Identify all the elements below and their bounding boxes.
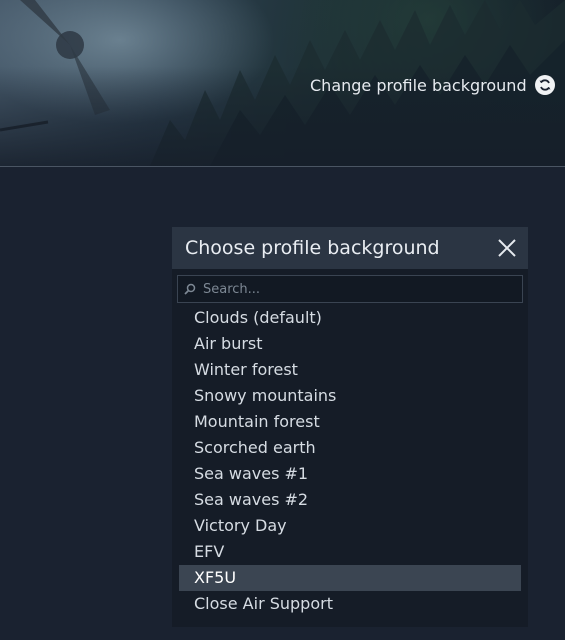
background-option[interactable]: Close Air Support (179, 591, 521, 617)
background-option[interactable]: Clouds (default) (179, 305, 521, 331)
profile-banner: Change profile background (0, 0, 565, 167)
search-input[interactable] (201, 280, 522, 298)
background-option[interactable]: EFV (179, 539, 521, 565)
choose-background-dialog: Choose profile background Clouds (defaul… (172, 227, 528, 627)
background-option[interactable]: Mountain forest (179, 409, 521, 435)
change-background-button[interactable]: Change profile background (310, 74, 555, 96)
close-icon[interactable] (496, 237, 518, 259)
background-option[interactable]: XF5U (179, 565, 521, 591)
background-option[interactable]: Sea waves #2 (179, 487, 521, 513)
dialog-header: Choose profile background (172, 227, 528, 269)
background-option[interactable]: Victory Day (179, 513, 521, 539)
dialog-title: Choose profile background (185, 237, 440, 259)
background-option[interactable]: Air burst (179, 331, 521, 357)
change-background-label: Change profile background (310, 75, 527, 95)
background-option[interactable]: Winter forest (179, 357, 521, 383)
background-option[interactable]: Scorched earth (179, 435, 521, 461)
background-option[interactable]: Sea waves #1 (179, 461, 521, 487)
refresh-icon[interactable] (534, 75, 555, 95)
background-option[interactable]: Snowy mountains (179, 383, 521, 409)
search-box (177, 275, 523, 303)
search-icon (184, 280, 196, 299)
background-list: Clouds (default) Air burst Winter forest Sn… (179, 305, 521, 617)
